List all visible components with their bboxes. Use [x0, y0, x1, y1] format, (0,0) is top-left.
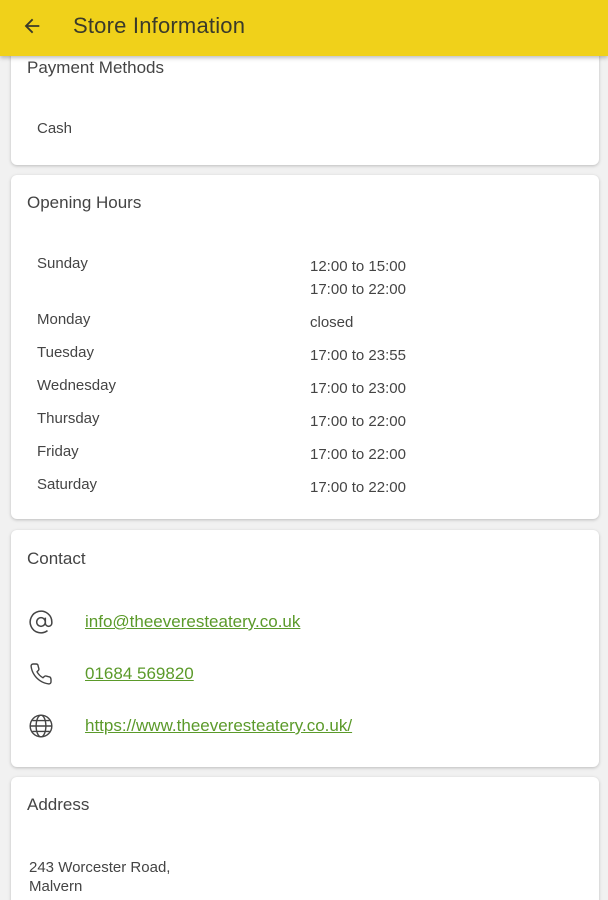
contact-email-row: info@theeveresteatery.co.uk: [27, 608, 587, 638]
contact-title: Contact: [27, 549, 86, 568]
payment-methods-card: Payment Methods Cash: [11, 56, 599, 165]
contact-phone-row: 01684 569820: [27, 660, 587, 690]
day-label: Tuesday: [37, 344, 94, 361]
page-title: Store Information: [73, 13, 246, 38]
website-link[interactable]: https://www.theeveresteatery.co.uk/: [85, 716, 352, 736]
time-value: closed: [310, 314, 354, 331]
address-line-1: 243 Worcester Road,: [29, 859, 171, 876]
contact-website-row: https://www.theeveresteatery.co.uk/: [27, 712, 587, 742]
arrow-left-icon: [21, 15, 43, 42]
email-link[interactable]: info@theeveresteatery.co.uk: [85, 612, 300, 632]
day-label: Thursday: [37, 410, 100, 427]
at-sign-icon: [27, 608, 55, 636]
payment-methods-title: Payment Methods: [27, 58, 165, 77]
day-label: Wednesday: [37, 377, 116, 394]
address-card: Address 243 Worcester Road, Malvern: [11, 777, 599, 900]
payment-method-item: Cash: [37, 120, 73, 137]
address-title: Address: [27, 795, 90, 814]
address-line-2: Malvern: [29, 878, 83, 895]
store-info-content[interactable]: Payment Methods Cash Opening Hours Sunda…: [0, 56, 608, 900]
time-values: 12:00 to 15:00 17:00 to 22:00: [310, 255, 406, 301]
app-bar: Store Information: [0, 0, 608, 56]
phone-icon: [27, 660, 55, 688]
opening-hours-card: Opening Hours Sunday 12:00 to 15:00 17:0…: [11, 175, 599, 519]
back-button[interactable]: [14, 10, 50, 46]
time-value: 17:00 to 22:00: [310, 446, 406, 463]
time-value: 17:00 to 22:00: [310, 479, 406, 496]
globe-icon: [27, 712, 55, 740]
time-value: 17:00 to 23:55: [310, 347, 406, 364]
phone-link[interactable]: 01684 569820: [85, 664, 194, 684]
time-value: 17:00 to 23:00: [310, 380, 406, 397]
time-value: 17:00 to 22:00: [310, 281, 406, 298]
day-label: Monday: [37, 311, 91, 328]
day-label: Saturday: [37, 476, 98, 493]
opening-hours-title: Opening Hours: [27, 193, 142, 212]
day-label: Sunday: [37, 255, 88, 272]
time-value: 17:00 to 22:00: [310, 413, 406, 430]
time-value: 12:00 to 15:00: [310, 258, 406, 275]
day-label: Friday: [37, 443, 79, 460]
contact-card: Contact info@theeveresteatery.co.uk 0168…: [11, 530, 599, 767]
